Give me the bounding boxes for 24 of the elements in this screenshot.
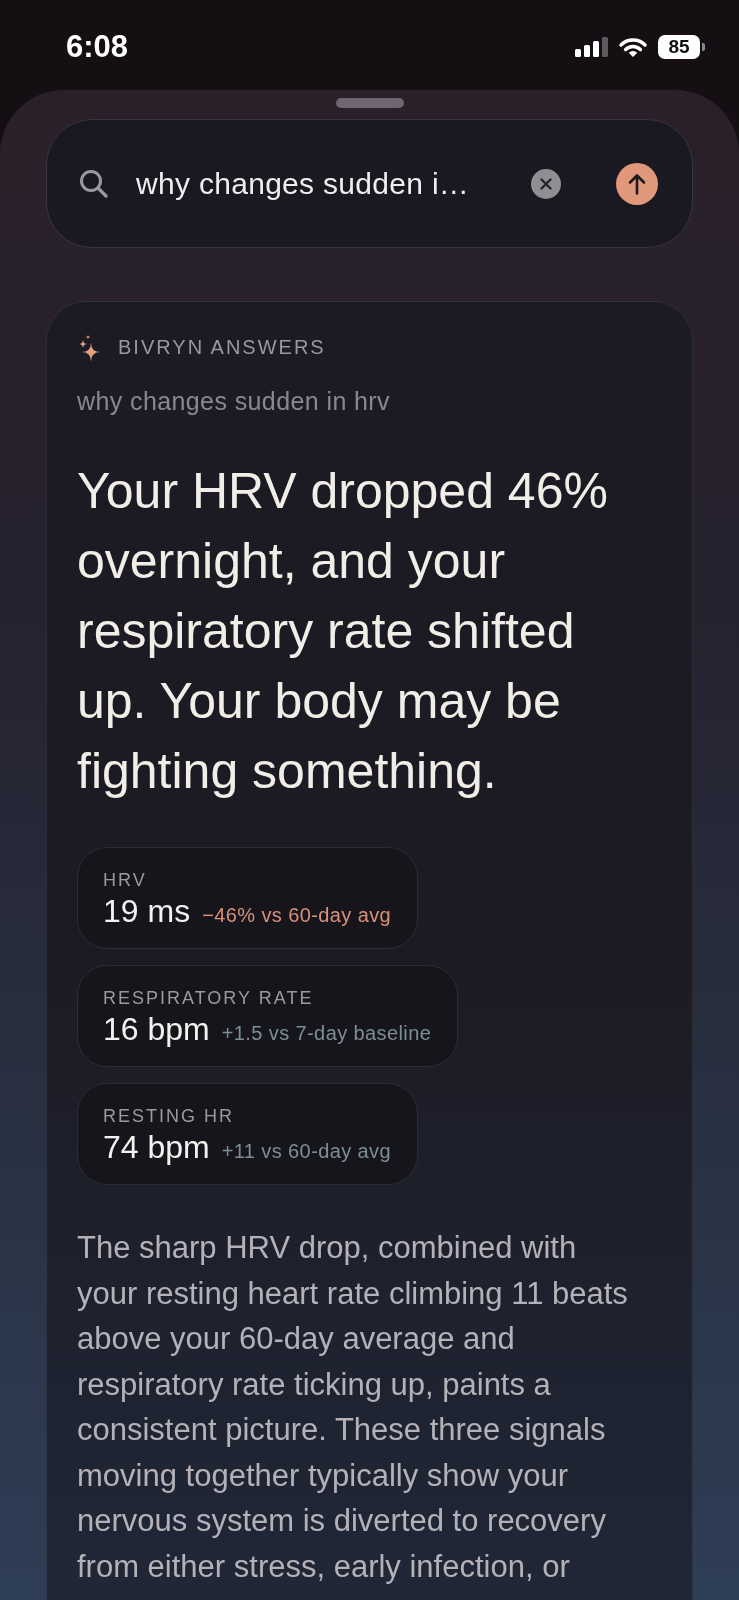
battery-indicator: 85 bbox=[658, 35, 705, 59]
clear-button[interactable] bbox=[531, 168, 561, 199]
wifi-icon bbox=[618, 36, 648, 58]
close-icon bbox=[540, 177, 552, 190]
drag-handle[interactable] bbox=[335, 98, 404, 108]
metric-change: +11 vs 60-day avg bbox=[221, 1139, 392, 1164]
brand-label: BIVRYN ANSWERS bbox=[118, 335, 326, 360]
metric-label: RESTING HR bbox=[103, 1105, 235, 1128]
signal-icon bbox=[575, 37, 608, 57]
metric-change: −46% vs 60-day avg bbox=[202, 903, 392, 928]
query-text: why changes sudden in hrv bbox=[77, 386, 391, 416]
status-time: 6:08 bbox=[66, 29, 129, 65]
metric-value: 16 bpm bbox=[103, 1010, 210, 1048]
send-button[interactable] bbox=[616, 162, 658, 205]
search-field[interactable]: why changes sudden i… bbox=[46, 119, 693, 248]
answer-paragraph: The sharp HRV drop, combined with your resting heart rate climbing 11 beats above your 60-day average and respiratory rate ticking up, paints a consistent picture. These three signals moving together typically show your nervous system is diverted to recovery from either stress, early infection, or bbox=[77, 1229, 629, 1586]
metric-value: 19 ms bbox=[103, 892, 191, 930]
metric-label: HRV bbox=[103, 869, 148, 892]
search-icon bbox=[79, 169, 108, 198]
arrow-up-icon bbox=[628, 172, 646, 195]
metric-change: +1.5 vs 7-day baseline bbox=[221, 1021, 432, 1046]
metric-label: RESPIRATORY RATE bbox=[103, 987, 315, 1010]
metric-value: 74 bpm bbox=[103, 1128, 210, 1166]
answer-headline: Your HRV dropped 46% overnight, and your respiratory rate shifted up. Your body may be fighting something. bbox=[77, 462, 609, 801]
